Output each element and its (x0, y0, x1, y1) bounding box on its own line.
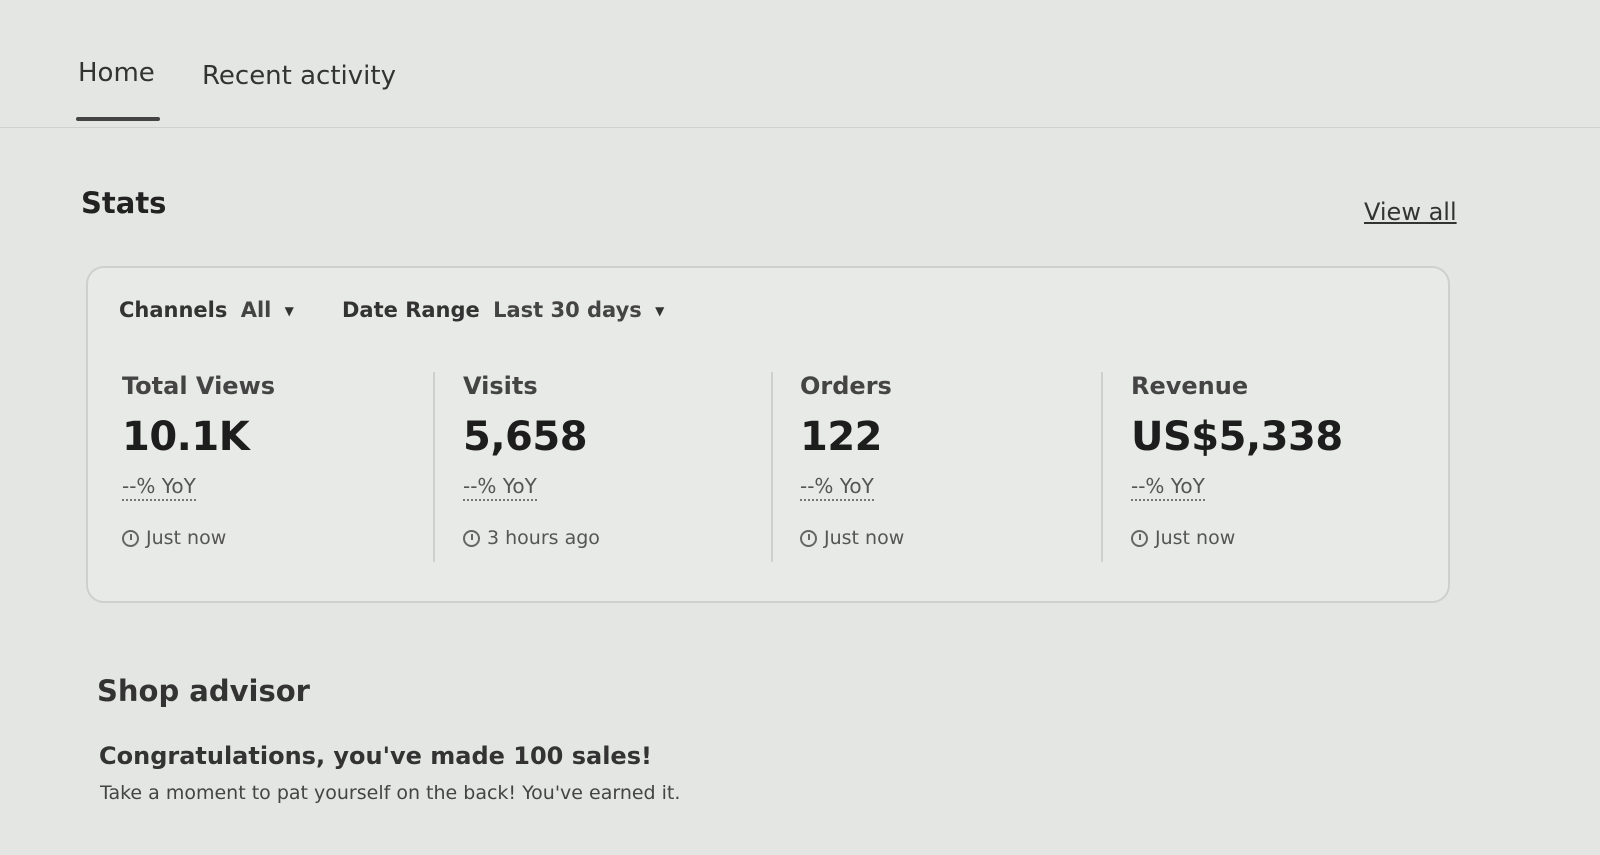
clock-icon (463, 529, 480, 547)
metric-updated-text: Just now (1155, 527, 1236, 549)
channels-filter-value: All (240, 298, 272, 322)
tab-recent-activity[interactable]: Recent activity (202, 61, 396, 91)
stats-title: Stats (81, 186, 167, 220)
metric-revenue[interactable]: Revenue US$5,338 --% YoY Just now (1131, 372, 1431, 549)
metric-yoy[interactable]: --% YoY (122, 474, 196, 501)
caret-down-icon: ▼ (284, 304, 294, 318)
metric-yoy[interactable]: --% YoY (800, 474, 874, 501)
metric-value: 10.1K (122, 414, 250, 460)
metric-yoy[interactable]: --% YoY (1131, 474, 1205, 501)
metric-label: Revenue (1131, 372, 1249, 400)
metric-updated: Just now (122, 527, 422, 549)
metric-label: Visits (463, 372, 538, 400)
metric-updated-text: 3 hours ago (487, 527, 600, 549)
tab-home[interactable]: Home (78, 58, 155, 88)
metric-total-views[interactable]: Total Views 10.1K --% YoY Just now (122, 372, 422, 549)
view-all-link[interactable]: View all (1364, 198, 1457, 226)
shop-advisor-title: Shop advisor (97, 674, 310, 708)
clock-icon (1131, 529, 1148, 547)
metric-value: US$5,338 (1131, 414, 1343, 460)
metric-visits[interactable]: Visits 5,658 --% YoY 3 hours ago (463, 372, 763, 549)
shop-advisor-heading: Congratulations, you've made 100 sales! (99, 742, 652, 770)
caret-down-icon: ▼ (655, 304, 665, 318)
shop-advisor-body: Take a moment to pat yourself on the bac… (100, 782, 681, 804)
metric-orders[interactable]: Orders 122 --% YoY Just now (800, 372, 1100, 549)
date-range-filter-value: Last 30 days (493, 298, 642, 322)
date-range-filter[interactable]: Date Range Last 30 days ▼ (342, 298, 664, 322)
metric-updated-text: Just now (146, 527, 227, 549)
page: Home Recent activity Stats View all Chan… (0, 0, 1600, 855)
metric-divider (771, 372, 773, 562)
metric-label: Total Views (122, 372, 276, 400)
clock-icon (122, 529, 139, 547)
metric-value: 5,658 (463, 414, 588, 460)
metric-updated-text: Just now (824, 527, 905, 549)
metric-updated: 3 hours ago (463, 527, 763, 549)
metric-label: Orders (800, 372, 892, 400)
channels-filter-label: Channels (119, 298, 228, 322)
tab-bar: Home Recent activity (0, 0, 1600, 128)
metric-updated: Just now (800, 527, 1100, 549)
channels-filter[interactable]: Channels All ▼ (119, 298, 294, 322)
clock-icon (800, 529, 817, 547)
stats-card: Channels All ▼ Date Range Last 30 days ▼… (86, 266, 1450, 603)
metric-divider (1101, 372, 1103, 562)
metric-updated: Just now (1131, 527, 1431, 549)
date-range-filter-label: Date Range (342, 298, 480, 322)
metric-divider (433, 372, 435, 562)
active-tab-indicator (76, 117, 160, 121)
metric-yoy[interactable]: --% YoY (463, 474, 537, 501)
metric-value: 122 (800, 414, 883, 460)
